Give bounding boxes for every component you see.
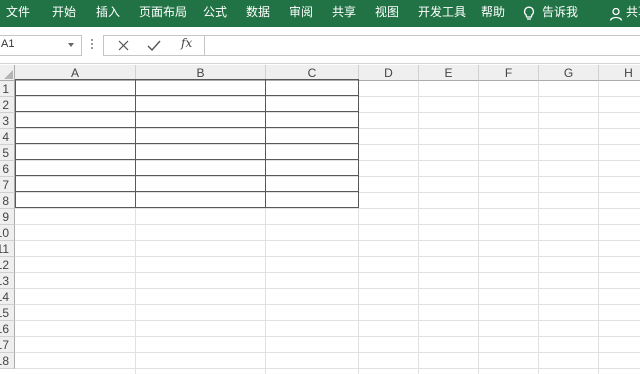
gridline	[15, 96, 640, 97]
tab-help[interactable]: 帮助	[481, 0, 505, 27]
lightbulb-icon[interactable]	[523, 6, 535, 21]
name-box[interactable]: A1	[0, 35, 82, 56]
tab-view[interactable]: 视图	[375, 0, 399, 27]
row-header[interactable]: 6	[0, 161, 15, 177]
gridline	[15, 320, 640, 321]
formula-bar-grip[interactable]	[91, 39, 94, 52]
column-header-h[interactable]: H	[599, 65, 640, 81]
gridline	[15, 368, 640, 369]
tab-home[interactable]: 开始	[52, 0, 76, 27]
row-header[interactable]: 18	[0, 353, 15, 369]
gridline	[15, 304, 640, 305]
tab-page-layout[interactable]: 页面布局	[139, 0, 187, 27]
row-header[interactable]: 2	[0, 97, 15, 113]
insert-function-button[interactable]: fx	[181, 36, 192, 50]
person-icon[interactable]	[609, 6, 623, 21]
gridline	[15, 192, 640, 193]
gridline	[15, 240, 640, 241]
gridline	[15, 336, 640, 337]
tab-share[interactable]: 共享	[332, 0, 356, 27]
gridline	[265, 81, 266, 374]
formula-bar: A1 fx	[0, 27, 640, 63]
row-header[interactable]: 9	[0, 209, 15, 225]
tab-file[interactable]: 文件	[6, 0, 30, 27]
gridline	[15, 288, 640, 289]
gridline	[15, 160, 640, 161]
cancel-icon[interactable]	[113, 38, 133, 54]
gridline	[538, 81, 539, 374]
column-header-g[interactable]: G	[539, 65, 599, 81]
select-all-button[interactable]	[0, 65, 15, 81]
gridline	[418, 81, 419, 374]
tab-insert[interactable]: 插入	[96, 0, 120, 27]
gridline	[15, 112, 640, 113]
column-header-c[interactable]: C	[266, 65, 359, 81]
row-header[interactable]: 12	[0, 257, 15, 273]
check-icon[interactable]	[144, 38, 164, 54]
column-header-f[interactable]: F	[479, 65, 539, 81]
formula-input[interactable]	[204, 35, 640, 56]
name-box-value: A1	[1, 38, 15, 50]
tab-review[interactable]: 审阅	[289, 0, 313, 27]
gridline	[598, 81, 599, 374]
chevron-down-icon[interactable]	[68, 43, 74, 47]
row-header[interactable]: 13	[0, 273, 15, 289]
row-header[interactable]: 3	[0, 113, 15, 129]
row-header[interactable]: 7	[0, 177, 15, 193]
gridline	[15, 224, 640, 225]
gridline	[135, 81, 136, 374]
gridline	[15, 176, 640, 177]
row-header[interactable]: 4	[0, 129, 15, 145]
column-header-b[interactable]: B	[136, 65, 266, 81]
gridline	[15, 128, 640, 129]
tab-formulas[interactable]: 公式	[203, 0, 227, 27]
worksheet-grid[interactable]: A B C D E F G H 1 2 3 4 5 6 7 8 9 10 11 …	[0, 63, 640, 374]
gridline	[358, 81, 359, 374]
row-header[interactable]: 8	[0, 193, 15, 209]
formula-buttons: fx	[103, 35, 204, 56]
row-header[interactable]: 15	[0, 305, 15, 321]
row-header[interactable]: 10	[0, 225, 15, 241]
gridline	[15, 144, 640, 145]
ribbon-tab-bar: 文件 开始 插入 页面布局 公式 数据 审阅 共享 视图 开发工具 帮助 告诉我…	[0, 0, 640, 27]
row-header[interactable]: 1	[0, 81, 15, 97]
gridline	[15, 352, 640, 353]
tab-data[interactable]: 数据	[246, 0, 270, 27]
row-header[interactable]: 11	[0, 241, 15, 257]
gridline	[15, 208, 640, 209]
column-header-e[interactable]: E	[419, 65, 479, 81]
row-header[interactable]: 5	[0, 145, 15, 161]
gridline	[15, 256, 640, 257]
row-header[interactable]: 14	[0, 289, 15, 305]
row-header[interactable]: 17	[0, 337, 15, 353]
gridline	[478, 81, 479, 374]
column-header-a[interactable]: A	[15, 65, 136, 81]
gridline	[15, 272, 640, 273]
row-header[interactable]: 16	[0, 321, 15, 337]
tab-developer[interactable]: 开发工具	[418, 0, 466, 27]
tell-me-search[interactable]: 告诉我	[542, 0, 578, 27]
column-header-d[interactable]: D	[359, 65, 419, 81]
share-button[interactable]: 共享	[626, 0, 640, 27]
